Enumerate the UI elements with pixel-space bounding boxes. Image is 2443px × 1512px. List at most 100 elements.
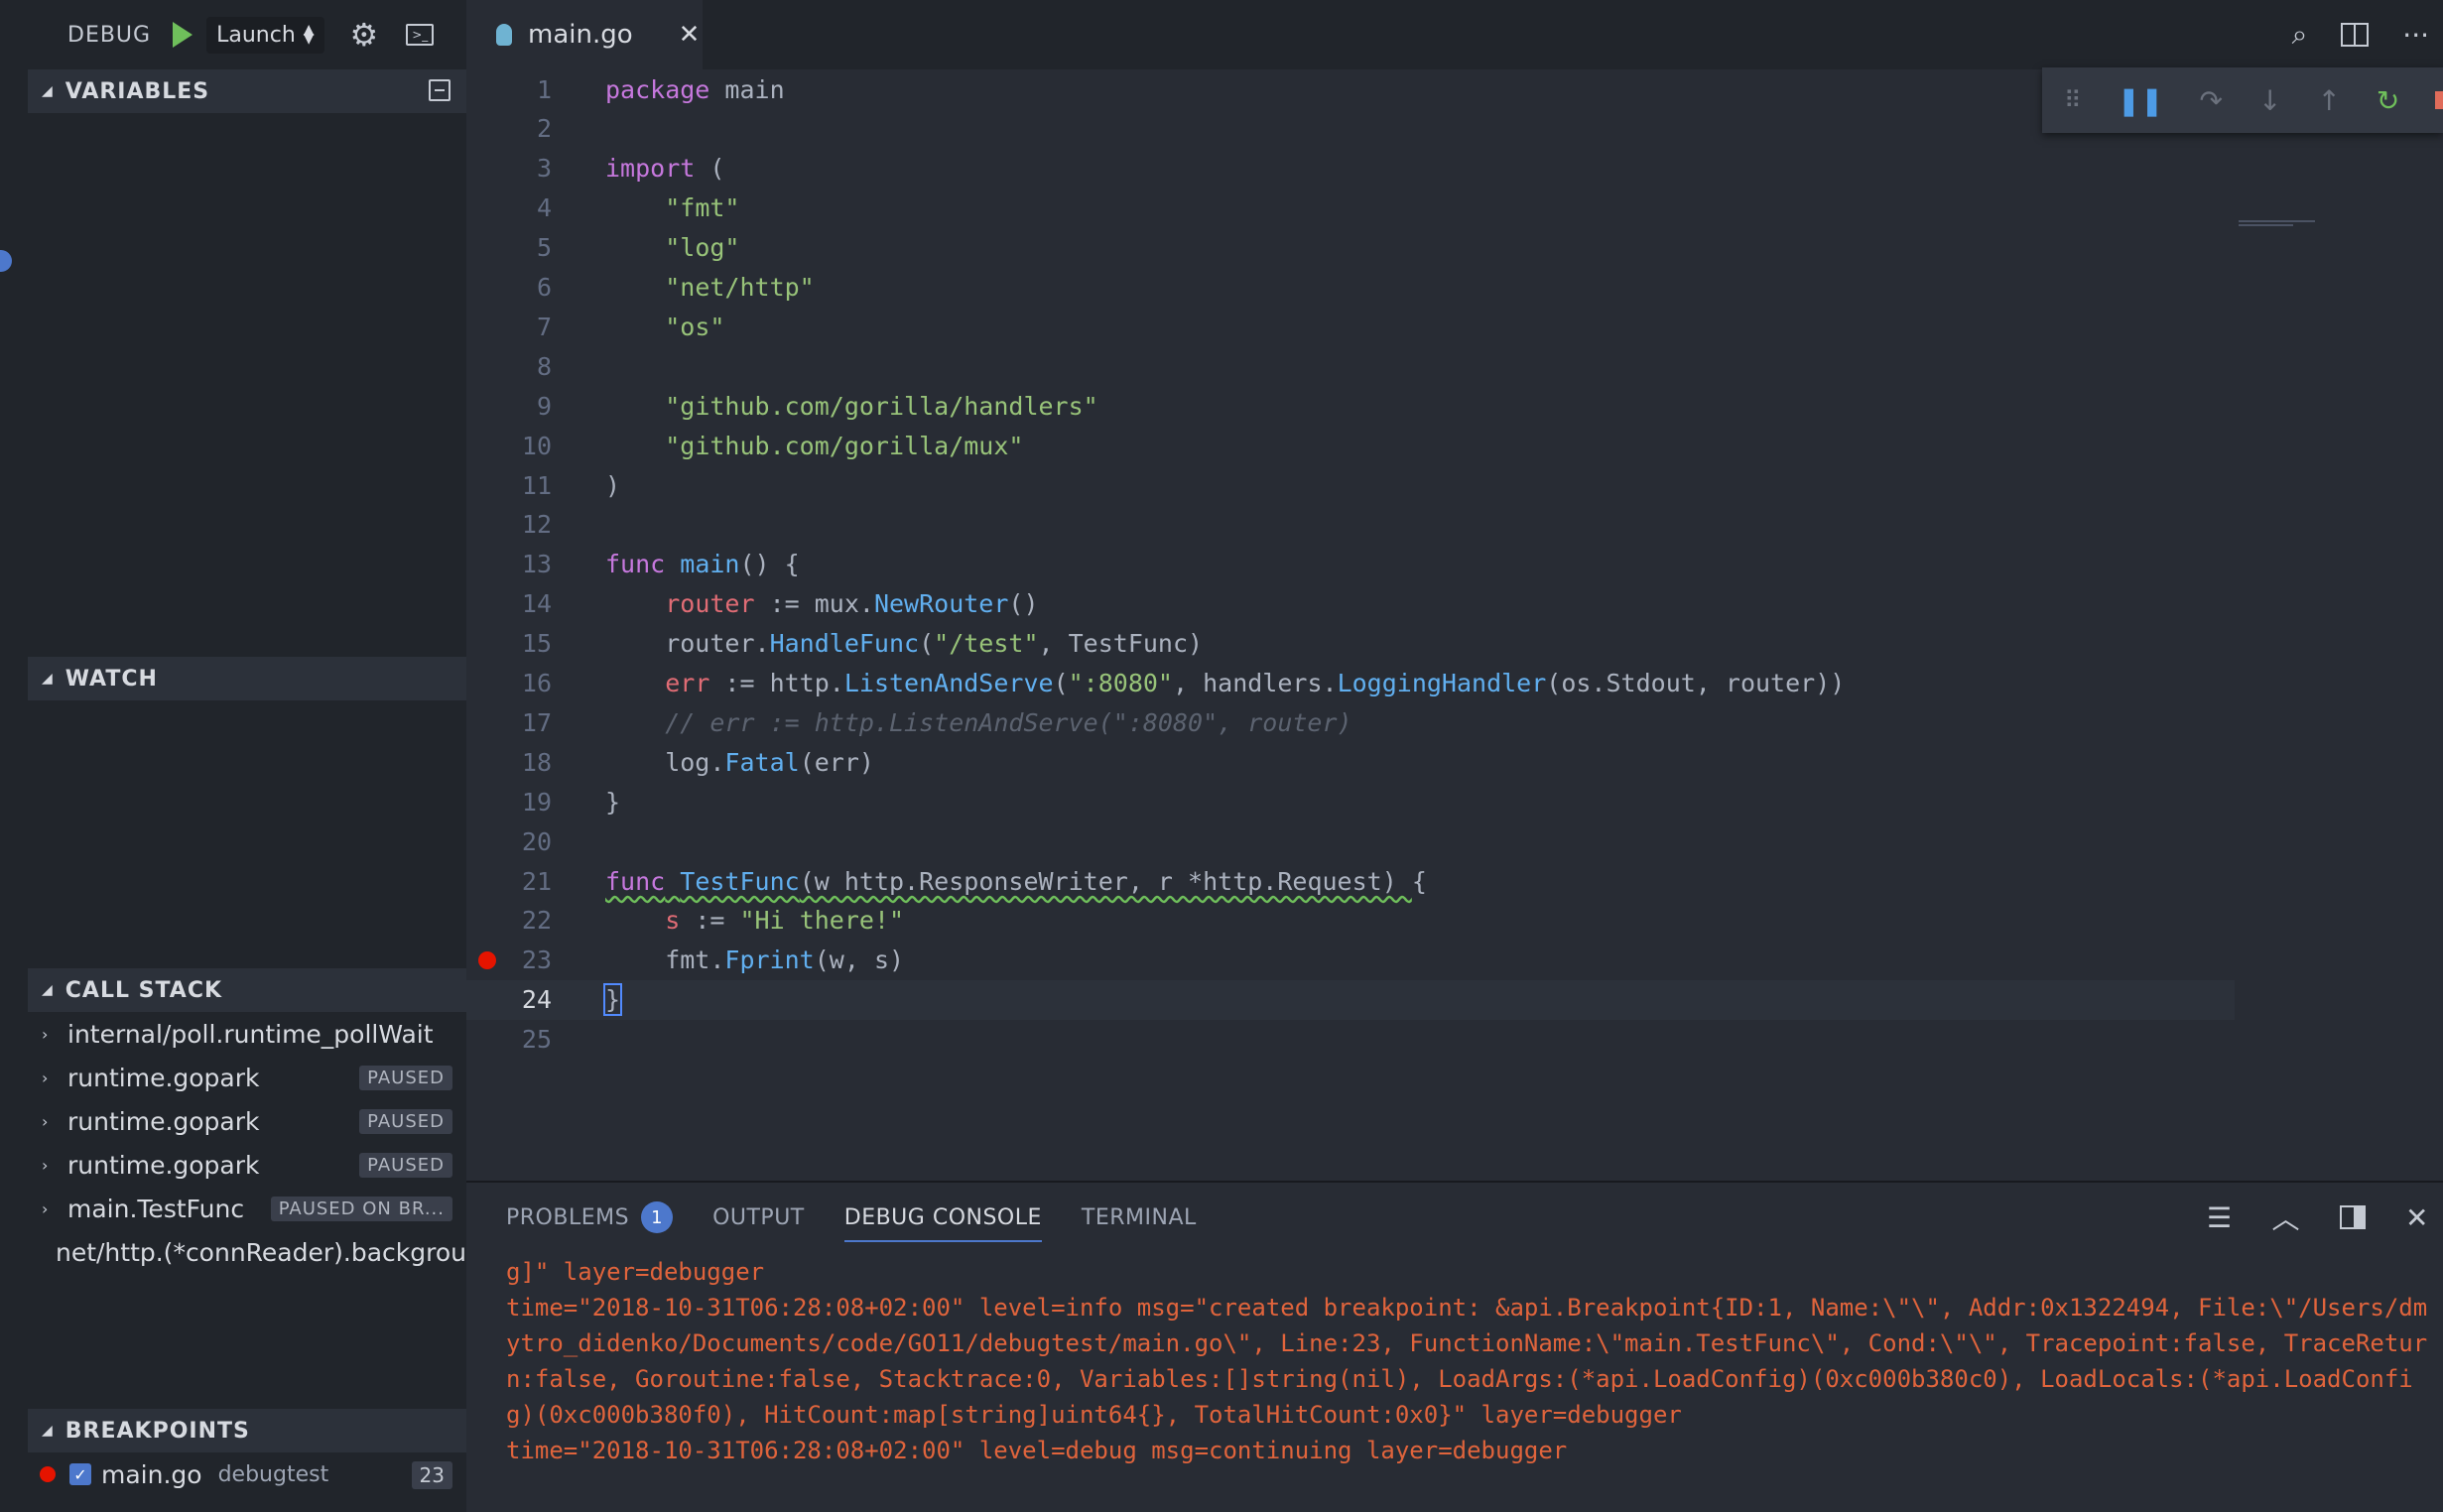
call-stack-row[interactable]: ›internal/poll.runtime_pollWaitPA bbox=[28, 1012, 466, 1056]
code-text: "net/http" bbox=[605, 273, 815, 302]
chevron-right-icon[interactable]: › bbox=[42, 1199, 67, 1218]
line-number: 12 bbox=[521, 510, 552, 540]
watch-header[interactable]: ◢ WATCH bbox=[28, 657, 466, 700]
line-number: 10 bbox=[521, 431, 552, 460]
gear-icon[interactable]: ⚙ bbox=[350, 16, 379, 54]
minimap[interactable] bbox=[2239, 218, 2348, 232]
step-over-icon[interactable]: ↷ bbox=[2200, 84, 2223, 117]
open-preview-icon[interactable]: ⌕ bbox=[2292, 18, 2308, 52]
code-line[interactable]: 16 err := http.ListenAndServe(":8080", h… bbox=[466, 664, 2443, 703]
variables-panel bbox=[28, 113, 466, 657]
code-token: HandleFunc bbox=[769, 629, 920, 659]
code-token: NewRouter bbox=[873, 589, 1009, 619]
code-token: Fprint bbox=[724, 945, 815, 975]
code-text: fmt.Fprint(w, s) bbox=[605, 945, 904, 974]
restart-icon[interactable]: ↻ bbox=[2377, 84, 2399, 117]
call-stack-row[interactable]: › main.TestFunc PAUSED ON BR... bbox=[28, 1187, 466, 1230]
call-stack-row[interactable]: › runtime.gopark PAUSED bbox=[28, 1099, 466, 1143]
code-line[interactable]: 12 bbox=[466, 505, 2443, 545]
line-number: 3 bbox=[536, 154, 552, 184]
toggle-panel-position-icon[interactable] bbox=[2340, 1205, 2367, 1229]
code-line[interactable]: 13 func main() { bbox=[466, 545, 2443, 584]
variables-header[interactable]: ◢ VARIABLES bbox=[28, 69, 466, 113]
code-line[interactable]: 24} bbox=[466, 979, 2235, 1020]
call-stack-row[interactable]: › runtime.gopark PAUSED bbox=[28, 1143, 466, 1187]
code-token: ( bbox=[1053, 669, 1069, 697]
code-token: // err := http.ListenAndServe(":8080", r… bbox=[665, 707, 1352, 737]
call-stack-frame-name: runtime.gopark bbox=[67, 1150, 260, 1180]
step-into-icon[interactable]: ↓ bbox=[2258, 84, 2281, 117]
split-editor-icon[interactable] bbox=[2341, 23, 2370, 47]
breakpoint-checkbox[interactable]: ✓ bbox=[69, 1463, 91, 1485]
code-line[interactable]: 4 "fmt" bbox=[466, 189, 2443, 228]
code-text: router.HandleFunc("/test", TestFunc) bbox=[605, 629, 1203, 658]
code-line[interactable]: 18 log.Fatal(err) bbox=[466, 742, 2443, 782]
panel-tab[interactable]: OUTPUT bbox=[712, 1183, 805, 1252]
clear-console-icon[interactable]: ☰ bbox=[2207, 1201, 2233, 1234]
code-line[interactable]: 14 router := mux.NewRouter() bbox=[466, 584, 2443, 624]
code-line[interactable]: 11) bbox=[466, 465, 2443, 505]
line-number: 21 bbox=[521, 866, 552, 896]
breakpoint-marker-icon[interactable] bbox=[478, 950, 496, 969]
chevron-right-icon[interactable]: › bbox=[42, 1156, 67, 1175]
breakpoints-header[interactable]: ◢ BREAKPOINTS bbox=[28, 1409, 466, 1452]
code-line[interactable]: 10 "github.com/gorilla/mux" bbox=[466, 426, 2443, 465]
code-line[interactable]: 8 bbox=[466, 346, 2443, 386]
line-number: 8 bbox=[536, 351, 552, 381]
code-token: router. bbox=[605, 629, 770, 659]
select-arrows-icon: ▲ ▼ bbox=[303, 22, 315, 47]
close-icon[interactable]: ✕ bbox=[679, 20, 701, 50]
call-stack-row[interactable]: net/http.(*connReader).backgrou bbox=[28, 1230, 466, 1274]
code-line[interactable]: 6 "net/http" bbox=[466, 268, 2443, 308]
code-line[interactable]: 25 bbox=[466, 1020, 2443, 1060]
code-line[interactable]: 19} bbox=[466, 782, 2443, 821]
stop-icon[interactable] bbox=[2435, 91, 2443, 109]
chevron-up-icon[interactable]: ︿ bbox=[2272, 1197, 2301, 1237]
code-line[interactable]: 5 "log" bbox=[466, 228, 2443, 268]
panel-tab[interactable]: TERMINAL bbox=[1082, 1183, 1197, 1252]
breakpoint-file: main.go bbox=[101, 1459, 202, 1489]
code-line[interactable]: 20 bbox=[466, 821, 2443, 861]
collapse-all-icon[interactable] bbox=[429, 79, 450, 101]
code-token: "fmt" bbox=[665, 193, 740, 223]
chevron-right-icon[interactable]: › bbox=[42, 1112, 67, 1131]
launch-config-select[interactable]: Launch ▲ ▼ bbox=[206, 16, 324, 54]
chevron-right-icon[interactable]: › bbox=[42, 1069, 67, 1087]
code-text: // err := http.ListenAndServe(":8080", r… bbox=[605, 707, 1352, 737]
code-token: := http. bbox=[709, 669, 844, 697]
code-line[interactable]: 23 fmt.Fprint(w, s) bbox=[466, 941, 2443, 980]
code-line[interactable]: 9 "github.com/gorilla/handlers" bbox=[466, 386, 2443, 426]
line-number: 15 bbox=[521, 629, 552, 659]
more-actions-icon[interactable]: ··· bbox=[2402, 19, 2429, 52]
pause-icon[interactable]: ❚❚ bbox=[2118, 84, 2164, 117]
chevron-right-icon[interactable]: › bbox=[42, 1025, 67, 1044]
tab-main-go[interactable]: main.go ✕ bbox=[466, 0, 703, 69]
code-line[interactable]: 17 // err := http.ListenAndServe(":8080"… bbox=[466, 702, 2443, 742]
code-line[interactable]: 15 router.HandleFunc("/test", TestFunc) bbox=[466, 624, 2443, 664]
code-line[interactable]: 22 s := "Hi there!" bbox=[466, 901, 2443, 941]
panel-tabbar: PROBLEMS 1 OUTPUT DEBUG CONSOLE TERMINAL ☰ ︿… bbox=[466, 1183, 2443, 1252]
step-out-icon[interactable]: ↑ bbox=[2317, 84, 2340, 117]
debug-console-icon[interactable]: >_ bbox=[406, 24, 435, 46]
code-area[interactable]: 1 package main 2 3 import (4 "fmt" 5 "log" 6 "… bbox=[466, 69, 2443, 1181]
call-stack-frame-name: net/http.(*connReader).backgrou bbox=[55, 1237, 466, 1267]
code-line[interactable]: 21 func TestFunc(w http.ResponseWriter, r… bbox=[466, 861, 2443, 901]
code-token: "/test" bbox=[934, 629, 1039, 659]
code-token: , TestFunc) bbox=[1038, 629, 1204, 659]
code-token: "Hi there!" bbox=[739, 906, 905, 936]
panel-tab[interactable]: DEBUG CONSOLE bbox=[843, 1183, 1043, 1252]
drag-handle-icon[interactable]: ⠿ bbox=[2064, 86, 2082, 114]
debug-sidebar: DEBUG Launch ▲ ▼ ⚙ >_ ◢ VARIABLES ◢ WATCH… bbox=[28, 0, 466, 1512]
close-panel-icon[interactable]: ✕ bbox=[2405, 1201, 2429, 1234]
code-line[interactable]: 3 import ( bbox=[466, 149, 2443, 189]
panel-tab[interactable]: PROBLEMS 1 bbox=[506, 1183, 674, 1252]
breakpoint-item[interactable]: ✓ main.go debugtest 23 bbox=[28, 1452, 466, 1496]
call-stack-row[interactable]: › runtime.gopark PAUSED bbox=[28, 1056, 466, 1099]
code-token: Fatal bbox=[724, 747, 800, 777]
code-text: err := http.ListenAndServe(":8080", hand… bbox=[605, 669, 1845, 697]
code-line[interactable]: 7 "os" bbox=[466, 307, 2443, 346]
call-stack-header[interactable]: ◢ CALL STACK bbox=[28, 968, 466, 1012]
start-debugging-icon[interactable] bbox=[173, 22, 193, 48]
